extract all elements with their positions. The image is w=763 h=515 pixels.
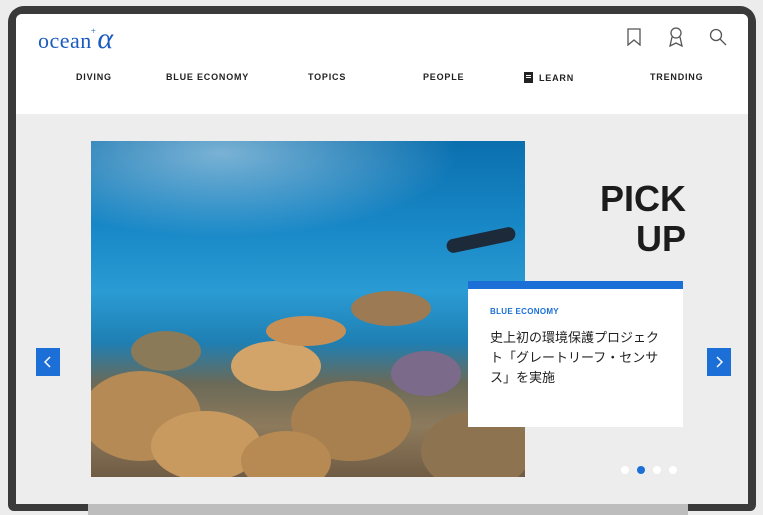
pickup-line1: PICK [599, 178, 686, 219]
site-header: ocean + α DIVING BLUE ECONOMY TOPICS PEO… [16, 14, 748, 114]
carousel-prev-button[interactable] [36, 348, 60, 376]
device-base [88, 503, 688, 515]
article-title[interactable]: 史上初の環境保護プロジェクト「グレートリーフ・センサス」を実施 [490, 328, 663, 388]
book-icon [524, 72, 533, 83]
logo-alpha: α [97, 22, 114, 55]
nav-label: TRENDING [650, 72, 704, 82]
nav-label: TOPICS [308, 72, 347, 82]
nav-label: LEARN [539, 72, 574, 83]
carousel-dot[interactable] [669, 466, 677, 474]
coral [231, 341, 321, 391]
award-icon[interactable] [666, 26, 686, 48]
bookmark-icon[interactable] [624, 26, 644, 48]
coral [131, 331, 201, 371]
nav-label: BLUE ECONOMY [166, 72, 250, 82]
carousel-dot[interactable] [621, 466, 629, 474]
coral [391, 351, 461, 396]
pickup-heading: PICK UP [536, 179, 686, 259]
nav-item-blue-economy[interactable]: BLUE ECONOMY [166, 72, 249, 82]
screen: ocean + α DIVING BLUE ECONOMY TOPICS PEO… [16, 14, 748, 504]
carousel-dot-active[interactable] [637, 466, 645, 474]
chevron-right-icon [716, 356, 723, 368]
carousel-dot[interactable] [653, 466, 661, 474]
chevron-left-icon [44, 356, 51, 368]
site-logo[interactable]: ocean + α [38, 22, 114, 56]
carousel-next-button[interactable] [707, 348, 731, 376]
nav-item-learn[interactable]: LEARN [524, 72, 574, 83]
main-nav: DIVING BLUE ECONOMY TOPICS PEOPLE LEARN … [16, 72, 748, 94]
nav-label: PEOPLE [423, 72, 465, 82]
header-icons [624, 26, 728, 48]
article-card[interactable]: BLUE ECONOMY 史上初の環境保護プロジェクト「グレートリーフ・センサス… [468, 281, 683, 427]
logo-plus: + [90, 26, 97, 36]
nav-item-diving[interactable]: DIVING [76, 72, 112, 82]
pickup-line2: UP [635, 218, 686, 259]
nav-item-trending[interactable]: TRENDING [650, 72, 703, 82]
search-icon[interactable] [708, 26, 728, 48]
coral [351, 291, 431, 326]
logo-text: ocean [38, 28, 92, 53]
nav-label: DIVING [76, 72, 112, 82]
nav-item-people[interactable]: PEOPLE [423, 72, 464, 82]
article-category[interactable]: BLUE ECONOMY [490, 307, 663, 316]
coral [266, 316, 346, 346]
carousel-dots [621, 466, 677, 474]
hero-image[interactable] [91, 141, 525, 477]
nav-item-topics[interactable]: TOPICS [308, 72, 346, 82]
